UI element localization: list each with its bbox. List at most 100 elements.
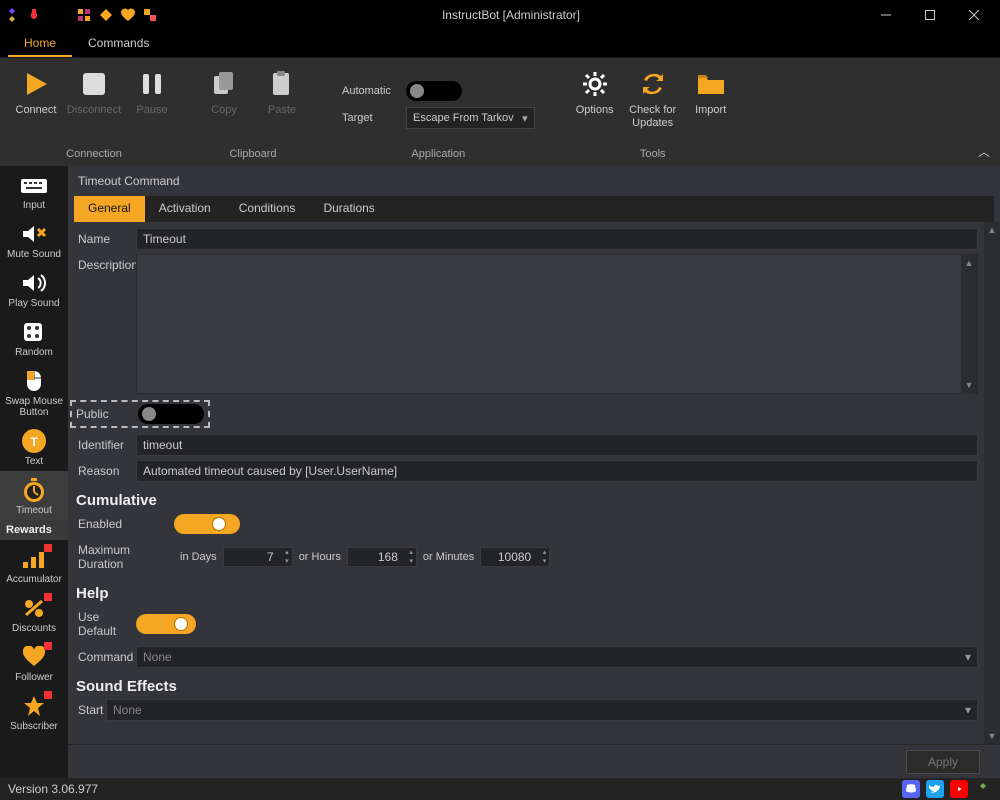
sidebar-item-text[interactable]: TText xyxy=(0,422,68,471)
tab-activation[interactable]: Activation xyxy=(145,196,225,222)
options-label: Options xyxy=(576,104,614,117)
tab-commands[interactable]: Commands xyxy=(72,30,165,57)
start-label: Start xyxy=(74,699,106,721)
description-input[interactable]: ▲▼ xyxy=(136,254,978,394)
form-tabs: General Activation Conditions Durations xyxy=(74,196,994,222)
app-icon xyxy=(4,7,20,23)
sidebar-item-accumulator[interactable]: Accumulator xyxy=(0,540,68,589)
sidebar-item-random[interactable]: Random xyxy=(0,313,68,362)
pause-label: Pause xyxy=(136,104,167,117)
public-label: Public xyxy=(76,405,128,423)
statusbar: Version 3.06.977 xyxy=(0,778,1000,800)
options-button[interactable]: Options xyxy=(567,64,623,146)
hours-spinner[interactable]: 168 xyxy=(347,547,417,567)
import-button[interactable]: Import xyxy=(683,64,739,146)
plug-icon xyxy=(26,7,42,23)
target-dropdown[interactable]: Escape From Tarkov xyxy=(406,107,535,129)
twitter-icon[interactable] xyxy=(926,780,944,798)
discount-icon xyxy=(20,595,48,621)
cumulative-enabled-toggle[interactable] xyxy=(174,514,240,534)
tab-conditions[interactable]: Conditions xyxy=(225,196,310,222)
sidebar-item-mute-sound[interactable]: Mute Sound xyxy=(0,215,68,264)
command-label: Command xyxy=(74,646,136,668)
sidebar: Input Mute Sound Play Sound Random Swap … xyxy=(0,166,68,778)
days-spinner[interactable]: 7 xyxy=(223,547,293,567)
close-button[interactable] xyxy=(952,0,996,30)
sidebar-item-subscriber[interactable]: Subscriber xyxy=(0,687,68,736)
identifier-input[interactable] xyxy=(136,434,978,456)
enabled-label: Enabled xyxy=(74,513,174,535)
tab-durations[interactable]: Durations xyxy=(309,196,388,222)
qa-icon-3[interactable] xyxy=(120,7,136,23)
group-clipboard: Clipboard xyxy=(229,146,276,160)
keyboard-icon xyxy=(20,172,48,198)
minutes-spinner[interactable]: 10080 xyxy=(480,547,550,567)
paste-icon xyxy=(266,68,298,100)
automatic-toggle[interactable] xyxy=(406,81,462,101)
svg-text:T: T xyxy=(30,435,38,449)
usedefault-toggle[interactable] xyxy=(136,614,196,634)
connect-button[interactable]: Connect xyxy=(8,64,64,146)
discord-icon[interactable] xyxy=(902,780,920,798)
sidebar-item-swap-mouse[interactable]: Swap Mouse Button xyxy=(0,362,68,422)
heart-icon xyxy=(20,644,48,670)
titlebar: InstructBot [Administrator] xyxy=(0,0,1000,30)
group-tools: Tools xyxy=(640,146,666,160)
sidebar-item-play-sound[interactable]: Play Sound xyxy=(0,264,68,313)
cumulative-heading: Cumulative xyxy=(74,486,978,513)
text-icon: T xyxy=(20,428,48,454)
speaker-icon xyxy=(20,270,48,296)
form-scrollbar[interactable]: ▲▼ xyxy=(984,222,1000,744)
usedefault-label: Use Default xyxy=(74,606,136,642)
check-updates-button[interactable]: Check for Updates xyxy=(625,64,681,146)
updates-label: Check for Updates xyxy=(629,104,676,130)
tab-home[interactable]: Home xyxy=(8,30,72,57)
version-label: Version 3.06.977 xyxy=(8,782,98,796)
disconnect-label: Disconnect xyxy=(67,104,121,117)
copy-button[interactable]: Copy xyxy=(196,64,252,146)
dice-icon xyxy=(20,319,48,345)
refresh-icon xyxy=(637,68,669,100)
qa-icon-4[interactable] xyxy=(142,7,158,23)
public-highlight: Public xyxy=(70,400,210,428)
reason-input[interactable] xyxy=(136,460,978,482)
sidebar-item-discounts[interactable]: Discounts xyxy=(0,589,68,638)
sidebar-rewards-header: Rewards xyxy=(0,520,68,540)
identifier-label: Identifier xyxy=(74,434,136,456)
minimize-button[interactable] xyxy=(864,0,908,30)
folder-icon xyxy=(695,68,727,100)
qa-icon-1[interactable] xyxy=(76,7,92,23)
maximize-button[interactable] xyxy=(908,0,952,30)
sound-heading: Sound Effects xyxy=(74,672,978,699)
sidebar-item-timeout[interactable]: Timeout xyxy=(0,471,68,520)
public-toggle[interactable] xyxy=(138,404,204,424)
command-select[interactable]: None xyxy=(136,646,978,668)
paste-button[interactable]: Paste xyxy=(254,64,310,146)
qa-icon-2[interactable] xyxy=(98,7,114,23)
or-minutes-label: or Minutes xyxy=(423,551,474,563)
sidebar-item-follower[interactable]: Follower xyxy=(0,638,68,687)
accumulator-icon xyxy=(20,546,48,572)
textarea-scrollbar[interactable]: ▲▼ xyxy=(961,255,977,393)
target-label: Target xyxy=(342,112,398,124)
gear-icon xyxy=(579,68,611,100)
mouse-icon xyxy=(20,368,48,394)
sidebar-item-input[interactable]: Input xyxy=(0,166,68,215)
description-label: Description xyxy=(74,254,136,276)
reason-label: Reason xyxy=(74,460,136,482)
mute-icon xyxy=(20,221,48,247)
pause-button[interactable]: Pause xyxy=(124,64,180,146)
stop-icon xyxy=(78,68,110,100)
start-select[interactable]: None xyxy=(106,699,978,721)
paste-label: Paste xyxy=(268,104,296,117)
group-connection: Connection xyxy=(66,146,122,160)
disconnect-button[interactable]: Disconnect xyxy=(66,64,122,146)
name-input[interactable] xyxy=(136,228,978,250)
youtube-icon[interactable] xyxy=(950,780,968,798)
bot-icon[interactable] xyxy=(974,780,992,798)
content: Timeout Command General Activation Condi… xyxy=(68,166,1000,778)
in-days-label: in Days xyxy=(180,551,217,563)
collapse-ribbon-icon[interactable]: ︿ xyxy=(978,143,990,160)
apply-button[interactable]: Apply xyxy=(906,750,980,774)
tab-general[interactable]: General xyxy=(74,196,145,222)
